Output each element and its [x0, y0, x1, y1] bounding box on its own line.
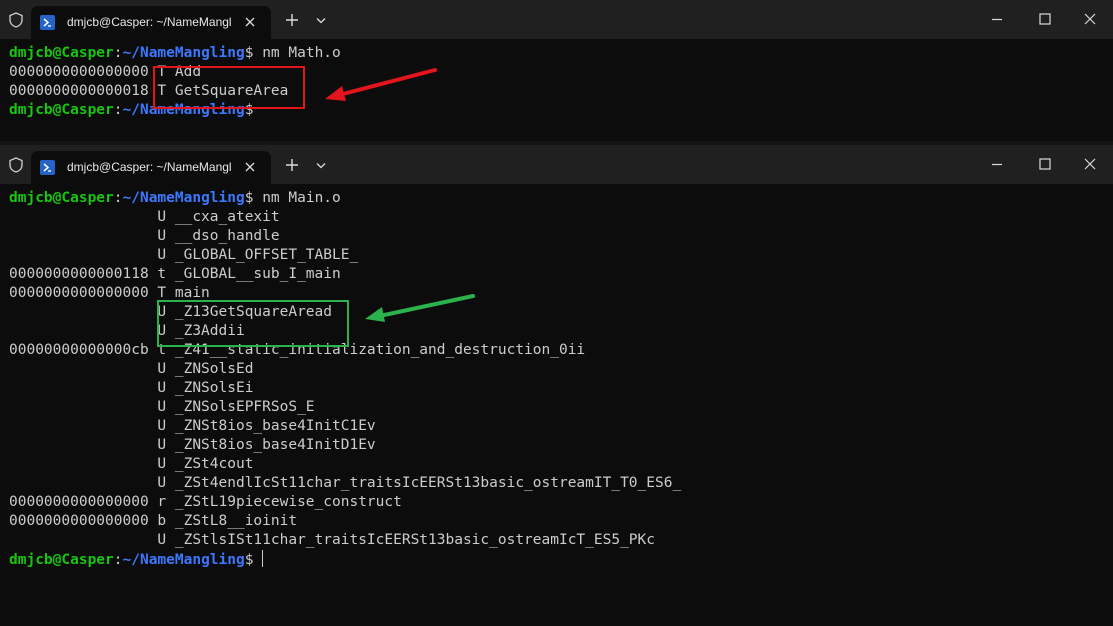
- annotation-arrow-red: [333, 68, 437, 98]
- annotation-arrowhead-red: [325, 86, 346, 101]
- annotation-arrows: [325, 68, 475, 322]
- annotation-arrowhead-green: [365, 307, 385, 322]
- annotation-arrow-green: [373, 294, 475, 319]
